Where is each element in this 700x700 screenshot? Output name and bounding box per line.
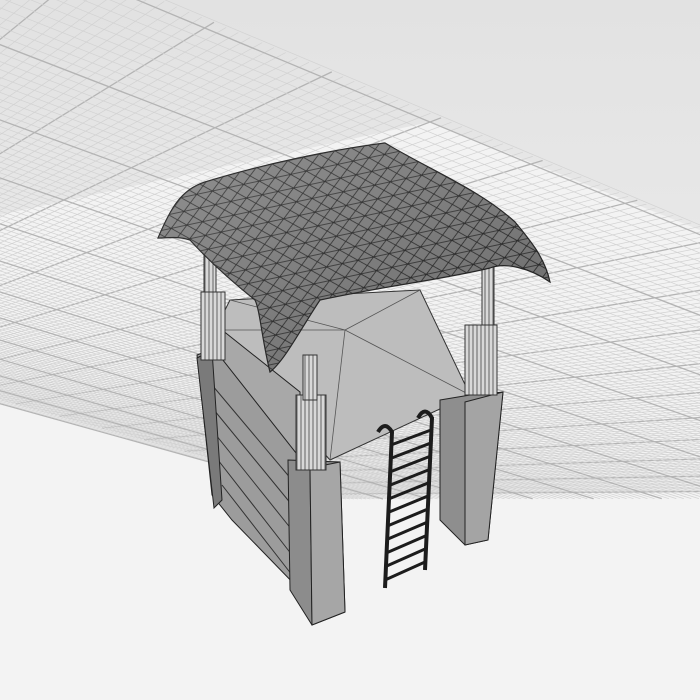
post-front-upper	[302, 354, 318, 401]
post-back-right	[481, 264, 495, 331]
front-column-face	[309, 461, 346, 626]
3d-viewport[interactable]: const data = JSON.parse(document.getElem…	[0, 0, 700, 700]
post-right-cylinder	[464, 324, 498, 396]
post-left-cylinder	[200, 291, 226, 361]
post-front-cylinder	[295, 394, 327, 471]
